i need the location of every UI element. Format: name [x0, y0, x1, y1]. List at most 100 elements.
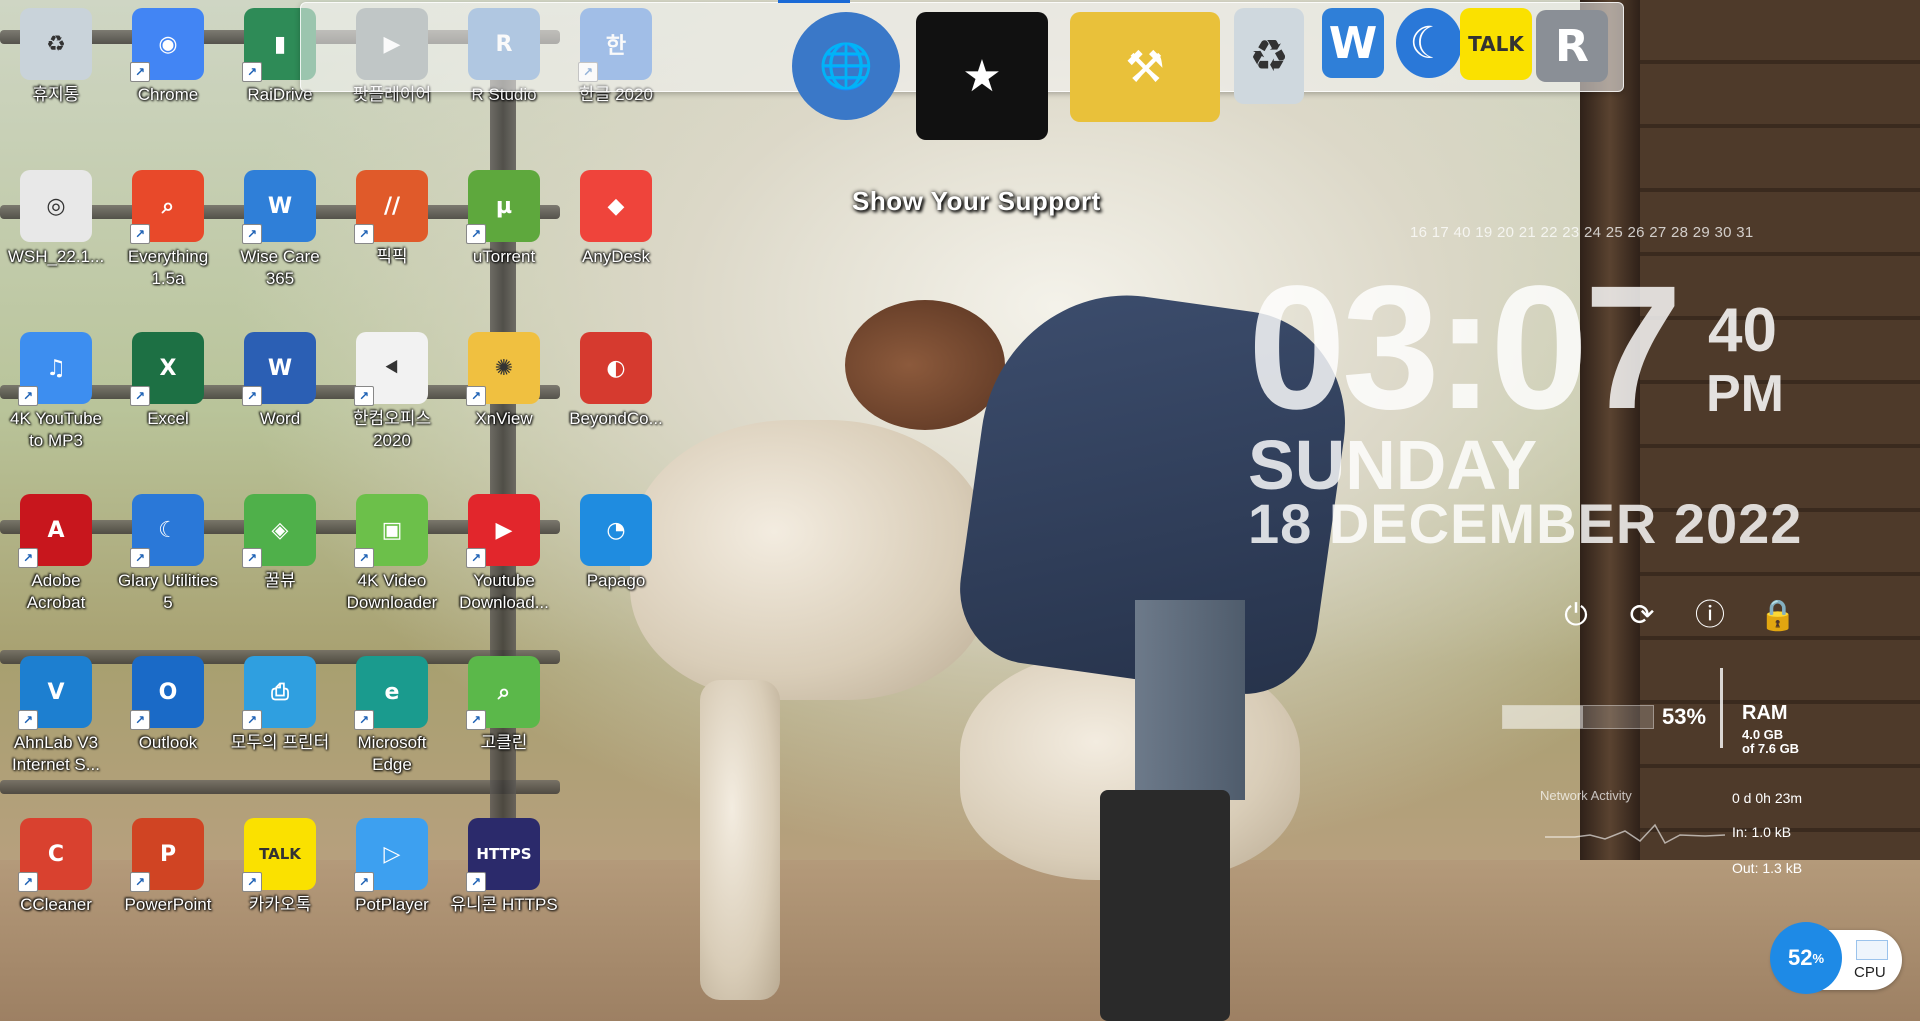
desktop-icon-video-downloader[interactable]: ▣ ↗ 4K Video Downloader — [338, 494, 446, 614]
desktop-icon-youtube-downloader[interactable]: ▶ ↗ Youtube Download... — [450, 494, 558, 614]
desktop-icon-everything-search[interactable]: ⌕ ↗ Everything 1.5a — [114, 170, 222, 290]
desktop-icon-label: BeyondCo... — [569, 409, 663, 428]
desktop-icon-kakaotalk[interactable]: TALK ↗ 카카오톡 — [226, 818, 334, 916]
goclean-icon: ⌕ ↗ — [466, 656, 540, 730]
icon-glyph: W — [267, 193, 293, 219]
dock-item-hammer-tools[interactable]: ⚒ — [1070, 12, 1220, 122]
shortcut-arrow-icon: ↗ — [242, 62, 262, 82]
desktop-icon-picpick[interactable]: // ↗ 픽픽 — [338, 170, 446, 268]
desktop-icon-glary-utilities[interactable]: ☾ ↗ Glary Utilities 5 — [114, 494, 222, 614]
desktop-icon-word[interactable]: W ↗ Word — [226, 332, 334, 430]
desktop-icon-excel[interactable]: X ↗ Excel — [114, 332, 222, 430]
icon-glyph: ♻ — [46, 31, 66, 57]
icon-glyph: P — [159, 841, 177, 867]
excel-icon: X ↗ — [130, 332, 204, 406]
icon-glyph: HTTPS — [476, 845, 532, 863]
calendar-strip: 16 17 40 19 20 21 22 23 24 25 26 27 28 2… — [1410, 224, 1754, 241]
papago-icon: ◔ — [580, 494, 652, 566]
dock-item-tshirt[interactable]: ★ — [916, 12, 1048, 140]
shortcut-arrow-icon: ↗ — [18, 548, 38, 568]
desktop-icon-potplayer[interactable]: ▷ ↗ PotPlayer — [338, 818, 446, 916]
desktop-icon-acrobat[interactable]: A ↗ Adobe Acrobat — [2, 494, 110, 614]
shortcut-arrow-icon: ↗ — [466, 386, 486, 406]
desktop-icon-label: 꿀뷰 — [264, 571, 296, 590]
dock-item-r-studio[interactable]: R — [1536, 10, 1608, 82]
edge-icon: e ↗ — [354, 656, 428, 730]
ram-label: RAM — [1742, 702, 1788, 724]
shortcut-arrow-icon: ↗ — [130, 548, 150, 568]
dock-item-glary-utilities[interactable]: ☾ — [1396, 8, 1462, 78]
desktop-icon-youtube-mp3[interactable]: ♫ ↗ 4K YouTube to MP3 — [2, 332, 110, 452]
desktop-icon-printer[interactable]: ⎙ ↗ 모두의 프린터 — [226, 656, 334, 754]
desktop-icon-label: CCleaner — [20, 895, 92, 914]
outlook-icon: O ↗ — [130, 656, 204, 730]
sheep-leg — [700, 680, 780, 1000]
shortcut-arrow-icon: ↗ — [130, 710, 150, 730]
logoff-button[interactable]: ⓘ — [1690, 596, 1730, 636]
desktop-icon-edge[interactable]: e ↗ Microsoft Edge — [338, 656, 446, 776]
desktop-icon-unicorn-https[interactable]: HTTPS ↗ 유니콘 HTTPS — [450, 818, 558, 916]
recycle-bin-icon: ♻ — [1249, 30, 1289, 82]
cpu-percent-unit: % — [1812, 950, 1825, 966]
desktop-icon-disc-image[interactable]: ◎ WSH_22.1... — [2, 170, 110, 268]
desktop-icon-honeyview[interactable]: ◈ ↗ 꿀뷰 — [226, 494, 334, 592]
desktop-icon-label: Everything 1.5a — [127, 247, 209, 288]
desktop-icon-label: Word — [259, 409, 301, 428]
desktop-icon-outlook[interactable]: O ↗ Outlook — [114, 656, 222, 754]
icon-glyph: ▣ — [381, 517, 403, 543]
desktop-icon-utorrent[interactable]: µ ↗ uTorrent — [450, 170, 558, 268]
ram-usage-bar — [1502, 705, 1654, 729]
video-downloader-icon: ▣ ↗ — [354, 494, 428, 568]
shortcut-arrow-icon: ↗ — [466, 710, 486, 730]
dock-item-globe[interactable]: 🌐 — [792, 12, 900, 120]
desktop-icon-label: PotPlayer — [355, 895, 429, 914]
shortcut-arrow-icon: ↗ — [242, 710, 262, 730]
desktop-icon-recycle-bin[interactable]: ♻ 휴지통 — [2, 8, 110, 106]
shortcut-arrow-icon: ↗ — [354, 872, 374, 892]
icon-glyph: TALK — [259, 845, 301, 863]
wise-care-icon: W ↗ — [242, 170, 316, 244]
icon-glyph: µ — [495, 193, 513, 219]
desktop-icon-goclean[interactable]: ⌕ ↗ 고클린 — [450, 656, 558, 754]
clock-weekday: SUNDAY — [1248, 426, 1538, 504]
hancom-office-icon: ⯇ ↗ — [354, 332, 428, 406]
lock-icon: 🔒 — [1759, 598, 1797, 633]
desktop-icon-ccleaner[interactable]: C ↗ CCleaner — [2, 818, 110, 916]
dock-item-wise-care[interactable]: W — [1322, 8, 1384, 78]
network-out: Out: 1.3 kB — [1732, 860, 1803, 876]
shortcut-arrow-icon: ↗ — [242, 548, 262, 568]
desktop-icon-powerpoint[interactable]: P ↗ PowerPoint — [114, 818, 222, 916]
desktop-icon-anydesk[interactable]: ◆ AnyDesk — [562, 170, 670, 268]
shortcut-arrow-icon: ↗ — [242, 386, 262, 406]
icon-glyph: ☾ — [158, 517, 178, 543]
desktop-icon-chrome[interactable]: ◉ ↗ Chrome — [114, 8, 222, 106]
desktop-icon-wise-care[interactable]: W ↗ Wise Care 365 — [226, 170, 334, 290]
network-activity-graph — [1545, 823, 1725, 845]
desktop-icon-label: XnView — [475, 409, 533, 428]
desktop-icon-label: 픽픽 — [376, 247, 408, 266]
glary-utilities-icon: ☾ — [1409, 17, 1449, 69]
restart-button[interactable]: ⟳ — [1622, 596, 1662, 636]
shortcut-arrow-icon: ↗ — [130, 224, 150, 244]
desktop-icon-beyond-compare[interactable]: ◐ BeyondCo... — [562, 332, 670, 430]
desktop-icon-ahnlab-v3[interactable]: V ↗ AhnLab V3 Internet S... — [2, 656, 110, 776]
dock-item-kakaotalk[interactable]: TALK — [1460, 8, 1532, 80]
desktop-icon-label: Wise Care 365 — [240, 247, 320, 288]
shortcut-arrow-icon: ↗ — [354, 710, 374, 730]
desktop-icon-label: Microsoft Edge — [357, 733, 427, 774]
hammer-tools-icon: ⚒ — [1125, 41, 1165, 93]
desktop-icon-hancom-office[interactable]: ⯇ ↗ 한컴오피스 2020 — [338, 332, 446, 452]
shutdown-button[interactable]: ⏻ — [1556, 596, 1596, 636]
dock-item-recycle-bin[interactable]: ♻ — [1234, 8, 1304, 104]
picpick-icon: // ↗ — [354, 170, 428, 244]
xnview-icon: ✺ ↗ — [466, 332, 540, 406]
r-studio-icon: R — [1555, 20, 1589, 72]
shortcut-arrow-icon: ↗ — [18, 710, 38, 730]
desktop-icon-xnview[interactable]: ✺ ↗ XnView — [450, 332, 558, 430]
desktop-icon-papago[interactable]: ◔ Papago — [562, 494, 670, 592]
desktop-icon-label: 유니콘 HTTPS — [450, 895, 558, 914]
icon-glyph: O — [158, 679, 178, 705]
lock-button[interactable]: 🔒 — [1758, 596, 1798, 636]
shortcut-arrow-icon: ↗ — [354, 224, 374, 244]
restart-icon: ⟳ — [1629, 598, 1655, 633]
